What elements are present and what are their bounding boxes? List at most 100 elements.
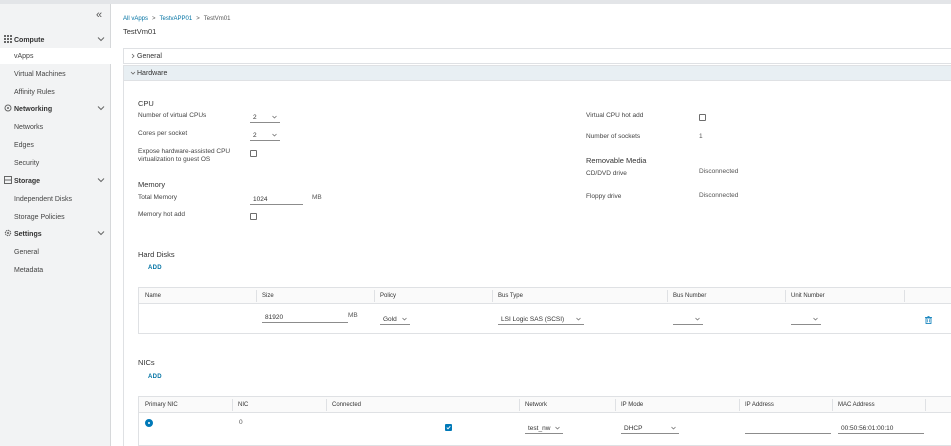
column-separator	[785, 290, 786, 302]
column-separator	[326, 399, 327, 411]
grid-icon	[4, 35, 12, 43]
total-memory-input[interactable]: 1024	[250, 194, 303, 205]
nic-network-value: test_nw	[528, 424, 551, 432]
hard-disks-heading: Hard Disks	[138, 250, 175, 259]
sidebar-item-virtual-machines[interactable]: Virtual Machines	[0, 66, 111, 82]
hardware-panel: CPU Number of virtual CPUs 2 Cores per s…	[123, 81, 951, 446]
nic-ip-address-input[interactable]	[745, 423, 831, 434]
disk-bus-type-value: LSI Logic SAS (SCSI)	[501, 315, 565, 323]
disk-bus-number-select[interactable]	[673, 314, 703, 325]
sidebar-section-storage[interactable]: Storage	[0, 173, 111, 189]
cores-per-socket-value: 2	[253, 131, 257, 139]
vcpu-hot-add-checkbox[interactable]	[699, 114, 706, 121]
memory-unit: MB	[312, 194, 322, 201]
sidebar-item-storage-policies[interactable]: Storage Policies	[0, 209, 111, 225]
add-hard-disk-button[interactable]: ADD	[148, 265, 162, 271]
breadcrumb-link-vapp[interactable]: TestvAPP01	[160, 16, 193, 22]
memory-hot-add-checkbox[interactable]	[250, 213, 257, 220]
sidebar-item-networks[interactable]: Networks	[0, 119, 111, 135]
column-header-size: Size	[262, 293, 274, 299]
nics-heading: NICs	[138, 358, 155, 367]
column-separator	[904, 290, 905, 302]
add-nic-button[interactable]: ADD	[148, 374, 162, 380]
column-header-ip-mode: IP Mode	[621, 402, 644, 408]
nics-grid: Primary NIC NIC Connected Network IP Mod…	[138, 396, 951, 446]
disk-policy-value: Gold	[383, 315, 397, 323]
sidebar-section-label: Settings	[14, 230, 42, 238]
hard-disks-grid: Name Size Policy Bus Type Bus Number Uni…	[138, 287, 951, 334]
cd-dvd-label: CD/DVD drive	[586, 170, 627, 177]
chevron-down-icon	[695, 317, 700, 321]
chevron-down-icon	[813, 317, 818, 321]
column-separator	[374, 290, 375, 302]
breadcrumb-link-all-vapps[interactable]: All vApps	[123, 16, 148, 22]
chevron-down-icon	[97, 178, 105, 183]
sidebar-item-independent-disks[interactable]: Independent Disks	[0, 191, 111, 207]
nic-ip-mode-select[interactable]: DHCP	[621, 423, 679, 434]
sidebar-section-compute[interactable]: Compute	[0, 32, 111, 48]
disk-size-input[interactable]: 81920	[262, 312, 348, 323]
column-separator	[256, 290, 257, 302]
num-sockets-value: 1	[699, 133, 703, 140]
column-header-nic: NIC	[238, 402, 249, 408]
chevron-down-icon	[402, 317, 407, 321]
sidebar-item-affinity-rules[interactable]: Affinity Rules	[0, 84, 111, 100]
grid-header: Primary NIC NIC Connected Network IP Mod…	[139, 397, 951, 413]
column-separator	[232, 399, 233, 411]
sidebar-item-general[interactable]: General	[0, 244, 111, 260]
accordion-label: General	[137, 52, 162, 60]
sidebar-section-label: Storage	[14, 177, 41, 185]
memory-hot-add-label: Memory hot add	[138, 211, 185, 218]
chevron-down-icon	[97, 106, 105, 111]
sidebar-item-vapps[interactable]: vApps	[0, 48, 111, 64]
nic-mac-address-input[interactable]: 00:50:56:01:00:10	[838, 423, 924, 434]
removable-media-heading: Removable Media	[586, 156, 647, 165]
sidebar-section-settings[interactable]: Settings	[0, 226, 111, 242]
storage-icon	[4, 176, 12, 184]
disk-policy-select[interactable]: Gold	[380, 314, 410, 325]
sidebar-section-label: Networking	[14, 105, 53, 113]
column-header-mac-address: MAC Address	[838, 402, 875, 408]
gear-icon	[4, 229, 12, 237]
primary-nic-radio[interactable]	[145, 419, 153, 427]
column-header-network: Network	[525, 402, 548, 408]
nic-network-select[interactable]: test_nw	[525, 423, 563, 434]
checkmark-icon	[446, 425, 451, 430]
column-separator	[615, 399, 616, 411]
double-chevron-left-icon[interactable]: «	[96, 9, 102, 21]
vcpu-hot-add-label: Virtual CPU hot add	[586, 112, 644, 119]
chevron-down-icon	[671, 426, 676, 430]
cores-per-socket-label: Cores per socket	[138, 130, 188, 137]
general-accordion[interactable]: General	[123, 48, 951, 64]
column-header-policy: Policy	[380, 293, 397, 299]
column-header-bus-type: Bus Type	[498, 293, 523, 299]
memory-heading: Memory	[138, 180, 166, 189]
expose-virtualization-checkbox[interactable]	[250, 150, 257, 157]
column-header-ip-address: IP Address	[745, 402, 774, 408]
trash-icon[interactable]	[925, 316, 932, 324]
breadcrumb-current: TestVm01	[203, 16, 231, 22]
disk-bus-type-select[interactable]: LSI Logic SAS (SCSI)	[498, 314, 584, 325]
sidebar-item-metadata[interactable]: Metadata	[0, 262, 111, 278]
column-separator	[492, 290, 493, 302]
num-vcpus-select[interactable]: 2	[250, 112, 280, 123]
chevron-down-icon	[130, 71, 136, 75]
chevron-down-icon	[272, 115, 277, 119]
column-header-primary-nic: Primary NIC	[145, 402, 178, 408]
grid-header: Name Size Policy Bus Type Bus Number Uni…	[139, 288, 951, 304]
sidebar-item-edges[interactable]: Edges	[0, 137, 111, 153]
breadcrumb: All vApps > TestvAPP01 > TestVm01	[123, 16, 230, 22]
breadcrumb-separator: >	[152, 16, 156, 22]
hardware-accordion[interactable]: Hardware	[123, 65, 951, 81]
cores-per-socket-select[interactable]: 2	[250, 130, 280, 141]
chevron-down-icon	[576, 317, 581, 321]
chevron-right-icon	[131, 53, 135, 59]
floppy-label: Floppy drive	[586, 193, 622, 200]
chevron-down-icon	[97, 231, 105, 236]
disk-unit-number-select[interactable]	[791, 314, 821, 325]
expose-virtualization-label: Expose hardware-assisted CPU virtualizat…	[138, 148, 231, 163]
nic-connected-checkbox[interactable]	[445, 424, 452, 431]
sidebar-item-security[interactable]: Security	[0, 155, 111, 171]
sidebar-section-networking[interactable]: Networking	[0, 101, 111, 117]
sidebar-section-label: Compute	[14, 36, 45, 44]
